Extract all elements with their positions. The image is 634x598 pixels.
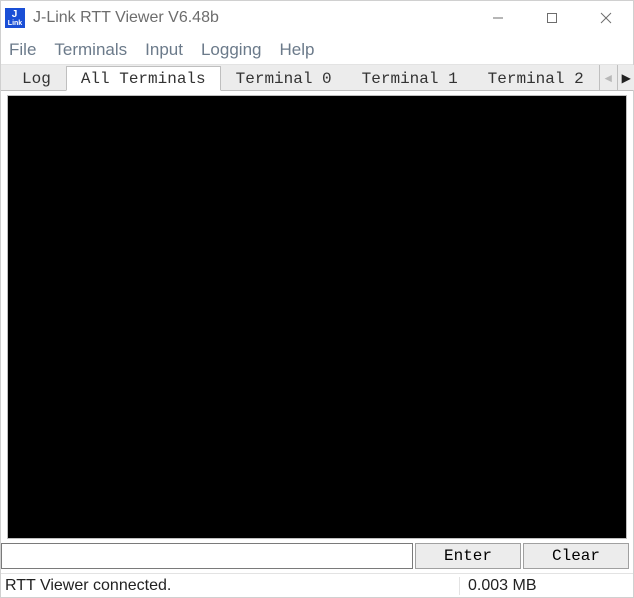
- menubar: File Terminals Input Logging Help: [1, 35, 633, 65]
- menu-file[interactable]: File: [9, 40, 36, 60]
- tabstrip: Log All Terminals Terminal 0 Terminal 1 …: [1, 65, 633, 91]
- clear-button[interactable]: Clear: [523, 543, 629, 569]
- statusbar: RTT Viewer connected. 0.003 MB: [1, 573, 633, 597]
- close-button[interactable]: [579, 1, 633, 35]
- command-input[interactable]: [1, 543, 413, 569]
- tab-terminal-2[interactable]: Terminal 2: [473, 66, 599, 91]
- app-icon: JLink: [5, 8, 25, 28]
- status-bytes: 0.003 MB: [459, 577, 629, 595]
- menu-logging[interactable]: Logging: [201, 40, 262, 60]
- menu-input[interactable]: Input: [145, 40, 183, 60]
- status-message: RTT Viewer connected.: [5, 577, 459, 595]
- window-title: J-Link RTT Viewer V6.48b: [33, 9, 219, 27]
- tab-scroll-right-icon[interactable]: ▶: [617, 65, 634, 90]
- minimize-button[interactable]: [471, 1, 525, 35]
- menu-terminals[interactable]: Terminals: [54, 40, 127, 60]
- enter-button[interactable]: Enter: [415, 543, 521, 569]
- titlebar: JLink J-Link RTT Viewer V6.48b: [1, 1, 633, 35]
- input-row: Enter Clear: [1, 543, 633, 573]
- menu-help[interactable]: Help: [279, 40, 314, 60]
- tab-terminal-0[interactable]: Terminal 0: [221, 66, 347, 91]
- maximize-button[interactable]: [525, 1, 579, 35]
- tab-scroll-left-icon[interactable]: ◄: [599, 65, 617, 90]
- tab-log[interactable]: Log: [7, 66, 66, 91]
- terminal-output[interactable]: [7, 95, 627, 539]
- tab-scroll: ◄ ▶: [599, 65, 634, 90]
- tab-terminal-1[interactable]: Terminal 1: [347, 66, 473, 91]
- tab-all-terminals[interactable]: All Terminals: [66, 66, 221, 91]
